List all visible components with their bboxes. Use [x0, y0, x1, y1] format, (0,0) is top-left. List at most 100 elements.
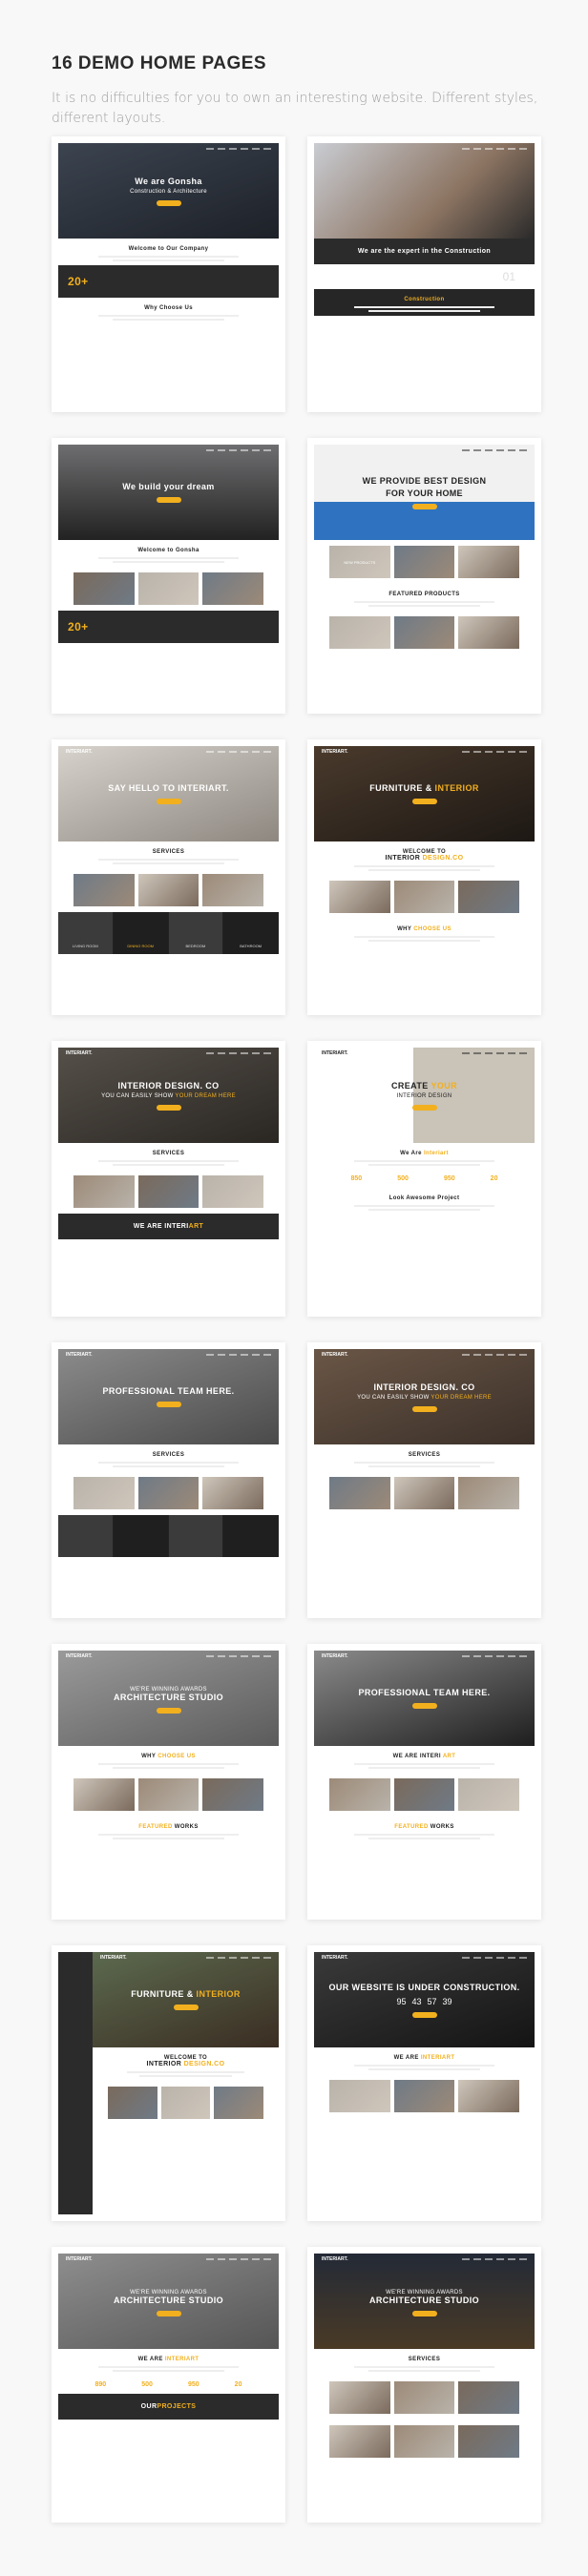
room-item	[223, 1515, 279, 1557]
text-line	[353, 306, 495, 308]
hero-subtitle: FOR YOUR HOME	[386, 488, 463, 498]
top-nav: INTERIART.	[58, 1349, 279, 1361]
section-title: Welcome to Our Company	[128, 246, 209, 252]
image-label: NEW PRODUCTS	[344, 559, 376, 565]
demo-screenshot: INTERIART. SAY HELLO TO INTERIART. SERVICE…	[58, 746, 279, 1008]
text-line	[97, 557, 240, 559]
thumbnail-image	[137, 1477, 200, 1509]
section: WHY CHOOSE US	[314, 919, 535, 945]
hero-button[interactable]	[411, 1405, 437, 1412]
room-item	[113, 1515, 169, 1557]
thumbnail-image	[393, 1778, 455, 1811]
demo-card[interactable]: INTERIART. WE'RE WINNING AWARDS ARCHITECTU…	[307, 2247, 541, 2523]
text-line	[368, 940, 480, 942]
nav-link	[496, 751, 504, 753]
hero-button[interactable]	[411, 799, 437, 804]
stat-value: 20	[490, 1175, 498, 1182]
nav-link	[241, 1655, 248, 1657]
section: Welcome to Gonsha	[58, 540, 279, 567]
hero-title: We build your dream	[122, 482, 215, 491]
text-line	[97, 859, 240, 861]
section-title: Construction	[404, 297, 445, 302]
nav-link	[218, 449, 225, 451]
demo-card[interactable]: We build your dream Welcome to Gonsha 20+	[52, 438, 285, 714]
hero-button[interactable]	[173, 2005, 199, 2010]
demo-card[interactable]: INTERIART. SAY HELLO TO INTERIART. SERVICE…	[52, 739, 285, 1015]
thumbnail-image	[393, 546, 455, 578]
band-accent: PROJECTS	[157, 2403, 197, 2410]
hero-button[interactable]	[156, 1402, 181, 1407]
demo-card[interactable]: INTERIART. INTERIOR DESIGN. CO YOU CAN EAS…	[307, 1342, 541, 1618]
hero-button[interactable]	[156, 2310, 181, 2316]
hero-banner: INTERIART. FURNITURE & INTERIOR	[314, 746, 535, 841]
section-title: INTERIOR DESIGN.CO	[146, 2061, 225, 2067]
section-title: We Are Interiart	[400, 1151, 449, 1156]
text-line	[368, 1209, 480, 1211]
hero-button[interactable]	[156, 199, 181, 206]
text-line	[97, 1763, 240, 1765]
section-title-accent: CHOOSE US	[158, 1754, 196, 1759]
hero-button[interactable]	[156, 799, 181, 804]
hero-button[interactable]	[411, 503, 437, 509]
logo: INTERIART.	[66, 2256, 93, 2262]
hero-title: WE PROVIDE BEST DESIGN	[362, 475, 487, 486]
nav-link	[206, 148, 214, 150]
nav-link	[218, 2258, 225, 2260]
text-line	[113, 2370, 224, 2372]
hero-title: ARCHITECTURE STUDIO	[113, 1692, 224, 1702]
nav-links	[206, 2258, 271, 2260]
demo-card[interactable]: INTERIART. FURNITURE & INTERIOR WELCOME TO…	[52, 1945, 285, 2221]
hero-button[interactable]	[156, 497, 181, 503]
hero-button[interactable]	[411, 1703, 437, 1709]
demo-card[interactable]: WE PROVIDE BEST DESIGN FOR YOUR HOME NEW P…	[307, 438, 541, 714]
hero-title-accent: YOUR	[430, 1080, 458, 1091]
thumbnail-image	[329, 1778, 390, 1811]
logo: INTERIART.	[66, 1352, 93, 1358]
nav-link	[508, 449, 515, 451]
nav-link	[206, 1052, 214, 1054]
demo-card[interactable]: INTERIART. PROFESSIONAL TEAM HERE. SERVICE…	[52, 1342, 285, 1618]
section-title: SERVICES	[152, 1151, 185, 1156]
nav-link	[206, 1354, 214, 1356]
demo-card[interactable]: We are Gonsha Construction & Architecture…	[52, 136, 285, 412]
hero-banner: INTERIART. SAY HELLO TO INTERIART.	[58, 746, 279, 841]
hero-button[interactable]	[411, 2011, 437, 2018]
top-nav	[314, 143, 535, 155]
thumbnail-image	[329, 1477, 390, 1509]
nav-links	[206, 148, 271, 150]
demo-card[interactable]: INTERIART. OUR WEBSITE IS UNDER CONSTRUCT…	[307, 1945, 541, 2221]
demo-card[interactable]: INTERIART. WE'RE WINNING AWARDS ARCHITECTU…	[52, 1644, 285, 1920]
stat-value: 500	[141, 2381, 153, 2388]
main: INTERIART. FURNITURE & INTERIOR WELCOME TO…	[93, 1952, 279, 2214]
hero-banner: INTERIART. WE'RE WINNING AWARDS ARCHITECTU…	[314, 2254, 535, 2349]
nav-link	[252, 1957, 260, 1959]
nav-link	[263, 1957, 271, 1959]
hero-banner: INTERIART. WE'RE WINNING AWARDS ARCHITECTU…	[58, 1651, 279, 1746]
demo-card[interactable]: INTERIART. INTERIOR DESIGN. CO YOU CAN EAS…	[52, 1041, 285, 1317]
hero-button[interactable]	[411, 1104, 437, 1111]
nav-link	[485, 1655, 493, 1657]
section-title-accent: DESIGN.CO	[422, 855, 464, 862]
nav-link	[473, 751, 481, 753]
nav-link	[485, 148, 493, 150]
hero-button[interactable]	[156, 1707, 181, 1714]
thumbnail-image: NEW PRODUCTS	[329, 546, 390, 578]
demo-card[interactable]: INTERIART. FURNITURE & INTERIOR WELCOME TO…	[307, 739, 541, 1015]
logo: INTERIART.	[100, 1955, 127, 1961]
page-body: We are the expert in the Construction 01 C…	[314, 239, 535, 316]
demo-card[interactable]: INTERIART. CREATE YOUR INTERIOR DESIGN We A…	[307, 1041, 541, 1317]
nav-link	[519, 449, 527, 451]
top-nav: INTERIART.	[58, 2254, 279, 2265]
hero-button[interactable]	[156, 1104, 181, 1111]
demo-card[interactable]: We are the expert in the Construction 01 C…	[307, 136, 541, 412]
logo: INTERIART.	[322, 1955, 348, 1961]
demo-card[interactable]: INTERIART. WE'RE WINNING AWARDS ARCHITECTU…	[52, 2247, 285, 2523]
nav-link	[508, 1354, 515, 1356]
thumbnail-image	[137, 1175, 200, 1208]
text-line	[113, 260, 224, 261]
demo-screenshot: INTERIART. CREATE YOUR INTERIOR DESIGN We A…	[314, 1048, 535, 1310]
demo-screenshot: INTERIART. INTERIOR DESIGN. CO YOU CAN EAS…	[58, 1048, 279, 1310]
hero-button[interactable]	[411, 2310, 437, 2316]
demo-card[interactable]: INTERIART. PROFESSIONAL TEAM HERE. WE ARE …	[307, 1644, 541, 1920]
section: SERVICES	[58, 841, 279, 868]
